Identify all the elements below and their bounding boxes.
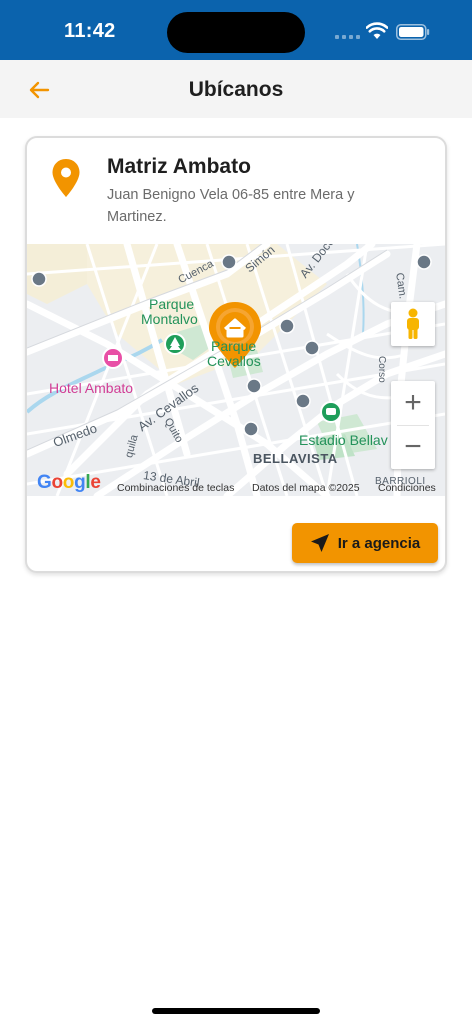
status-time: 11:42 (64, 20, 116, 42)
map-label-estadio: Estadio Bellav (299, 432, 388, 448)
dynamic-island (167, 12, 305, 53)
page-title: Ubícanos (188, 78, 284, 101)
map-view[interactable]: Cuenca Simón Av. Doce de Novie Cam. de P… (27, 244, 445, 496)
zoom-out-button[interactable]: − (391, 425, 435, 469)
agency-address: Juan Benigno Vela 06-85 entre Mera y Mar… (107, 187, 355, 225)
terms-link[interactable]: Condiciones (378, 482, 436, 494)
home-indicator[interactable] (152, 1008, 320, 1014)
screen: 11:42 Ubícanos Matriz Ambato Juan Benign… (0, 0, 472, 1024)
map-label-hotel: Hotel Ambato (49, 380, 134, 396)
keyboard-shortcuts-link[interactable]: Combinaciones de teclas (117, 482, 234, 494)
agency-card: Matriz Ambato Juan Benigno Vela 06-85 en… (25, 136, 447, 573)
map-data-link[interactable]: Datos del mapa ©2025 (252, 482, 360, 494)
google-logo: Google (37, 472, 101, 493)
street-view-button[interactable] (391, 302, 435, 346)
navigation-arrow-icon (310, 534, 329, 552)
agency-title: Matriz Ambato (107, 155, 251, 178)
pegman-icon (407, 308, 419, 339)
go-to-agency-label: Ir a agencia (337, 534, 421, 552)
status-bar: 11:42 (0, 0, 472, 60)
location-pin-icon (52, 159, 80, 197)
zoom-in-button[interactable]: + (391, 381, 435, 425)
battery-icon (396, 24, 430, 40)
zoom-controls: + − (391, 381, 435, 469)
map-label-corso: Corso (376, 356, 387, 383)
wifi-icon (366, 22, 388, 39)
map-label-parque-cevallos-1: Parque (211, 338, 257, 354)
header-bar: Ubícanos (0, 60, 472, 118)
map-label-parque-montalvo-1: Parque (149, 296, 195, 312)
go-to-agency-button[interactable]: Ir a agencia (292, 523, 438, 563)
map-label-parque-cevallos-2: Cevallos (207, 353, 261, 369)
cellular-signal-icon (335, 35, 361, 41)
map-label-bellavista: BELLAVISTA (253, 451, 338, 466)
map-label-parque-montalvo-2: Montalvo (141, 311, 198, 327)
